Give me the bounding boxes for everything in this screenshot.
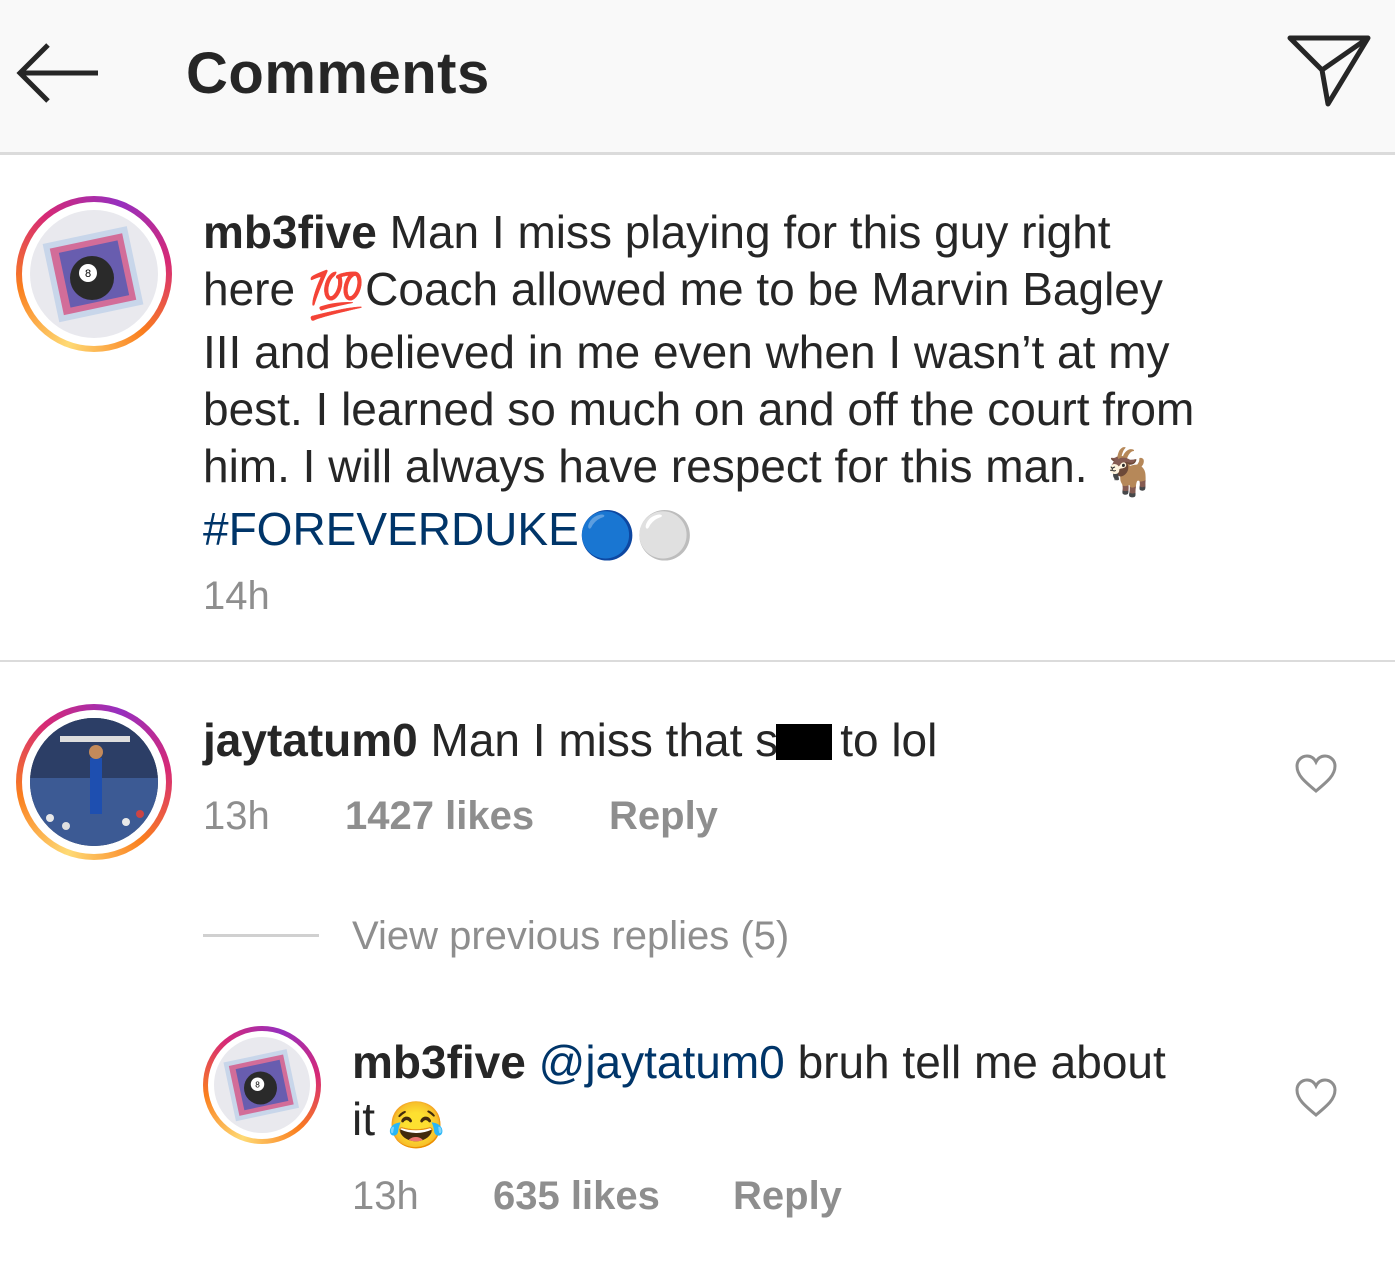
header-bar: Comments <box>0 0 1395 155</box>
laughing-emoji-icon: 😂 <box>387 1099 446 1151</box>
heart-icon <box>1295 754 1337 793</box>
reply-likes[interactable]: 635 likes <box>493 1174 660 1219</box>
goat-emoji-icon: 🐐 <box>1100 446 1158 498</box>
arrow-left-icon <box>16 43 98 103</box>
reply-reply-button[interactable]: Reply <box>733 1174 842 1219</box>
like-button[interactable] <box>1294 1078 1338 1118</box>
like-button[interactable] <box>1294 754 1338 794</box>
svg-text:8: 8 <box>255 1080 260 1089</box>
paper-plane-icon <box>1287 35 1371 107</box>
avatar-mb3five-reply[interactable]: 8 <box>203 1026 321 1144</box>
svg-text:8: 8 <box>85 268 91 280</box>
caption-username[interactable]: mb3five <box>203 206 377 258</box>
avatar-jaytatum0[interactable] <box>16 704 172 860</box>
censor-bar <box>776 724 833 760</box>
hundred-emoji-icon: 💯 <box>307 269 366 321</box>
replies-line <box>203 934 319 937</box>
comment-text: jaytatum0 Man I miss that s to lol <box>203 714 938 766</box>
reply-text: mb3five @jaytatum0 bruh tell me about it… <box>352 1034 1252 1154</box>
comment-timestamp: 13h <box>203 794 270 838</box>
avatar-mb3five-caption[interactable]: 8 <box>16 196 172 352</box>
comment-username[interactable]: jaytatum0 <box>203 714 418 766</box>
caption-timestamp: 14h <box>203 574 270 618</box>
share-button[interactable] <box>1286 32 1372 112</box>
back-button[interactable] <box>14 38 104 108</box>
mention-link[interactable]: @jaytatum0 <box>539 1036 785 1088</box>
reply-username[interactable]: mb3five <box>352 1036 526 1088</box>
page-title: Comments <box>186 41 490 106</box>
hashtag-link[interactable]: #FOREVERDUKE <box>203 503 579 555</box>
heart-icon <box>1295 1078 1337 1117</box>
caption-divider <box>0 660 1395 662</box>
caption-text: mb3five Man I miss playing for this guy … <box>203 204 1323 564</box>
eight-ball-album-image: 8 <box>42 226 144 323</box>
comment-reply-button[interactable]: Reply <box>609 794 718 839</box>
basketball-photo-image <box>30 718 158 846</box>
view-previous-replies[interactable]: View previous replies (5) <box>352 914 789 959</box>
comment-likes[interactable]: 1427 likes <box>345 794 534 839</box>
circle-emoji-icons: 🔵⚪ <box>578 509 694 561</box>
eight-ball-album-image: 8 <box>223 1049 300 1122</box>
reply-timestamp: 13h <box>352 1174 419 1218</box>
